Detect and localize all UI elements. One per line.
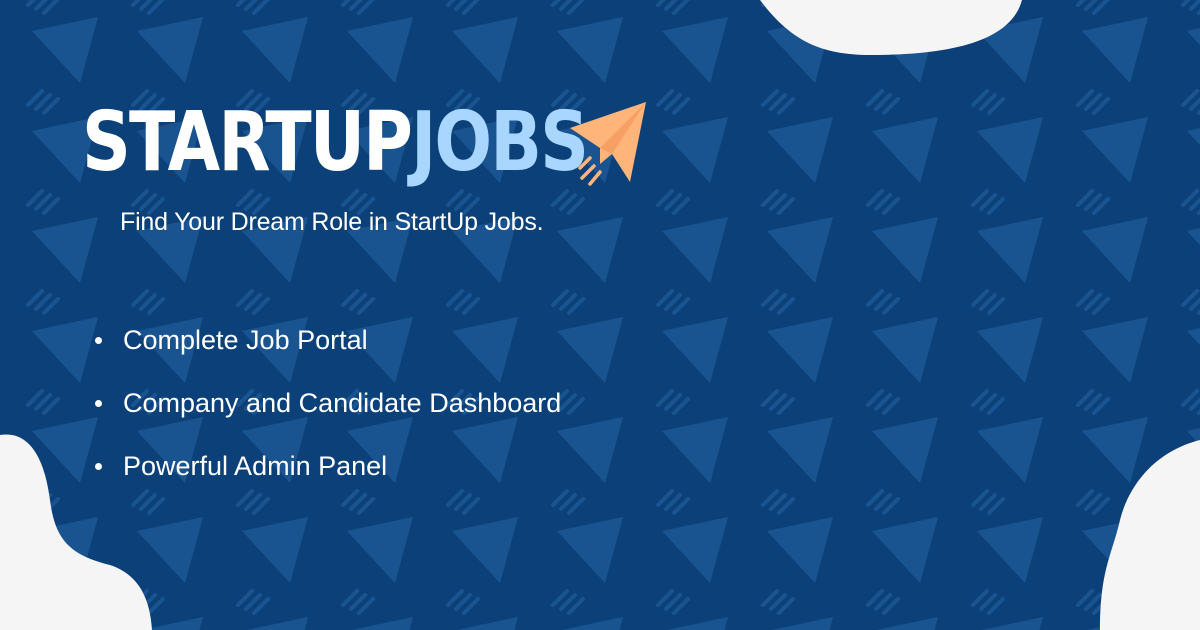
feature-label: Complete Job Portal <box>123 325 368 355</box>
feature-item: Powerful Admin Panel <box>95 446 561 509</box>
feature-item: Complete Job Portal <box>95 320 561 383</box>
bullet-icon <box>95 463 102 470</box>
feature-item: Company and Candidate Dashboard <box>95 383 561 446</box>
banner: STARTUPJOBS Find Your Dream Role in Star… <box>0 0 1200 630</box>
bullet-icon <box>95 400 102 407</box>
tagline: Find Your Dream Role in StartUp Jobs. <box>120 208 544 236</box>
logo-startup-text: STARTUP <box>82 95 413 190</box>
logo-wordmark: STARTUPJOBS <box>82 88 589 198</box>
feature-label: Powerful Admin Panel <box>123 451 388 481</box>
bullet-icon <box>95 337 102 344</box>
feature-list: Complete Job Portal Company and Candidat… <box>95 320 561 509</box>
rocket-paper-plane-icon <box>570 102 646 186</box>
feature-label: Company and Candidate Dashboard <box>123 388 562 418</box>
